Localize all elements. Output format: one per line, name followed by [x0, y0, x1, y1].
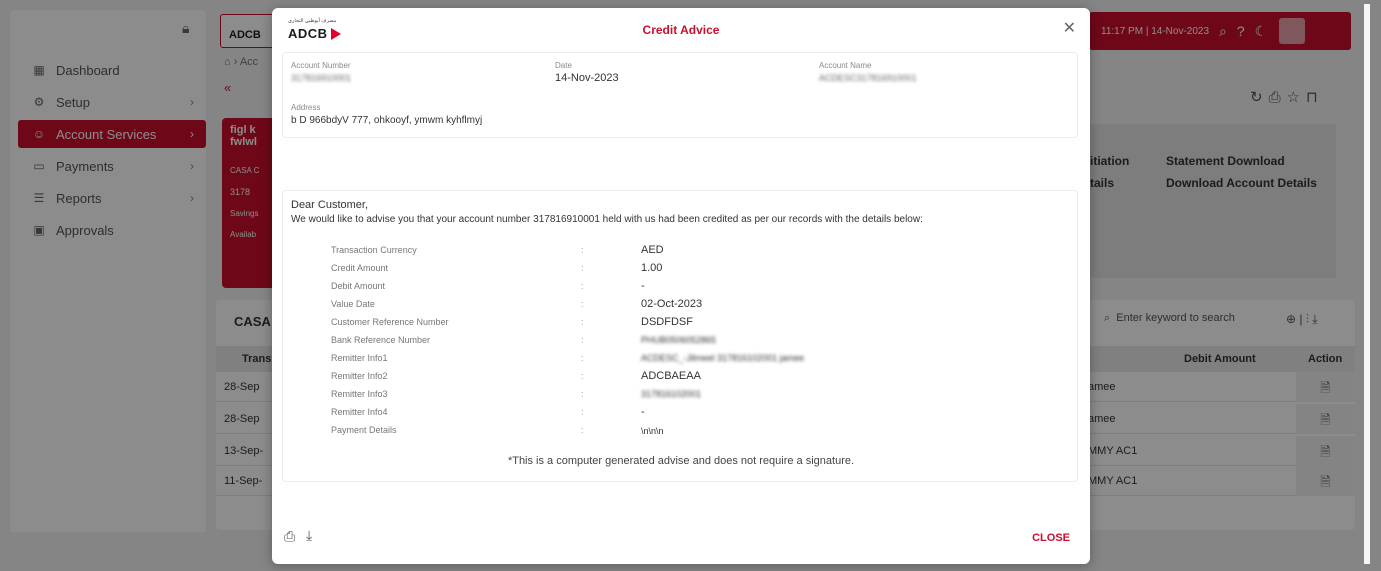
- modal-title: Credit Advice: [642, 23, 720, 37]
- detail-label: Remitter Info2: [331, 371, 388, 381]
- close-icon[interactable]: ✕: [1063, 18, 1076, 38]
- greeting: Dear Customer,: [291, 199, 369, 211]
- detail-separator: :: [581, 263, 584, 273]
- date-label: Date: [555, 61, 572, 70]
- detail-value: 02-Oct-2023: [641, 298, 703, 310]
- advice-letter: Dear Customer, We would like to advise y…: [282, 190, 1078, 482]
- detail-label: Remitter Info4: [331, 407, 388, 417]
- credit-advice-modal: مصرف أبوظبي التجاري ADCB Credit Advice ✕…: [272, 8, 1090, 564]
- detail-separator: :: [581, 353, 584, 363]
- account-number-value: 317816910001: [291, 73, 352, 83]
- detail-label: Transaction Currency: [331, 245, 417, 255]
- date-value: 14-Nov-2023: [555, 72, 619, 84]
- detail-separator: :: [581, 371, 584, 381]
- detail-separator: :: [581, 299, 584, 309]
- address-label: Address: [291, 103, 321, 112]
- detail-value: -: [641, 280, 645, 292]
- detail-label: Debit Amount: [331, 281, 386, 291]
- account-number-label: Account Number: [291, 61, 351, 70]
- advice-paragraph: We would like to advise you that your ac…: [291, 214, 923, 225]
- detail-label: Bank Reference Number: [331, 335, 431, 345]
- detail-separator: :: [581, 389, 584, 399]
- detail-value: -: [641, 406, 645, 418]
- close-button[interactable]: CLOSE: [1032, 532, 1070, 544]
- detail-value: DSDFDSF: [641, 316, 693, 328]
- detail-label: Remitter Info3: [331, 389, 388, 399]
- detail-separator: :: [581, 335, 584, 345]
- detail-value: ACDESC_-Jilmeel 317816102001 jamee: [641, 353, 805, 363]
- account-name-value: ACDESC317816910001: [819, 73, 917, 83]
- detail-separator: :: [581, 425, 584, 435]
- detail-label: Value Date: [331, 299, 375, 309]
- detail-value: ADCBAEAA: [641, 370, 701, 382]
- detail-label: Customer Reference Number: [331, 317, 449, 327]
- download-icon[interactable]: ⤓: [306, 527, 312, 544]
- detail-label: Payment Details: [331, 425, 397, 435]
- detail-value: 1.00: [641, 262, 663, 274]
- detail-label: Credit Amount: [331, 263, 389, 273]
- detail-value: AED: [641, 244, 664, 256]
- detail-separator: :: [581, 407, 584, 417]
- signature-footnote: *This is a computer generated advise and…: [507, 455, 855, 467]
- detail-separator: :: [581, 245, 584, 255]
- address-value: b D 966bdyV 777, ohkooyf, ymwm kyhflmyj: [291, 115, 483, 126]
- detail-value: \n\n\n: [641, 426, 664, 436]
- detail-value: 317816102001: [641, 389, 702, 399]
- detail-separator: :: [581, 317, 584, 327]
- account-info-box: Account Number 317816910001 Date 14-Nov-…: [282, 52, 1078, 138]
- account-name-label: Account Name: [819, 61, 872, 70]
- scrollbar[interactable]: [1364, 4, 1370, 564]
- detail-value: PHUB0506052865: [641, 335, 717, 345]
- print-icon[interactable]: ⎙: [284, 528, 295, 545]
- detail-label: Remitter Info1: [331, 353, 388, 363]
- detail-separator: :: [581, 281, 584, 291]
